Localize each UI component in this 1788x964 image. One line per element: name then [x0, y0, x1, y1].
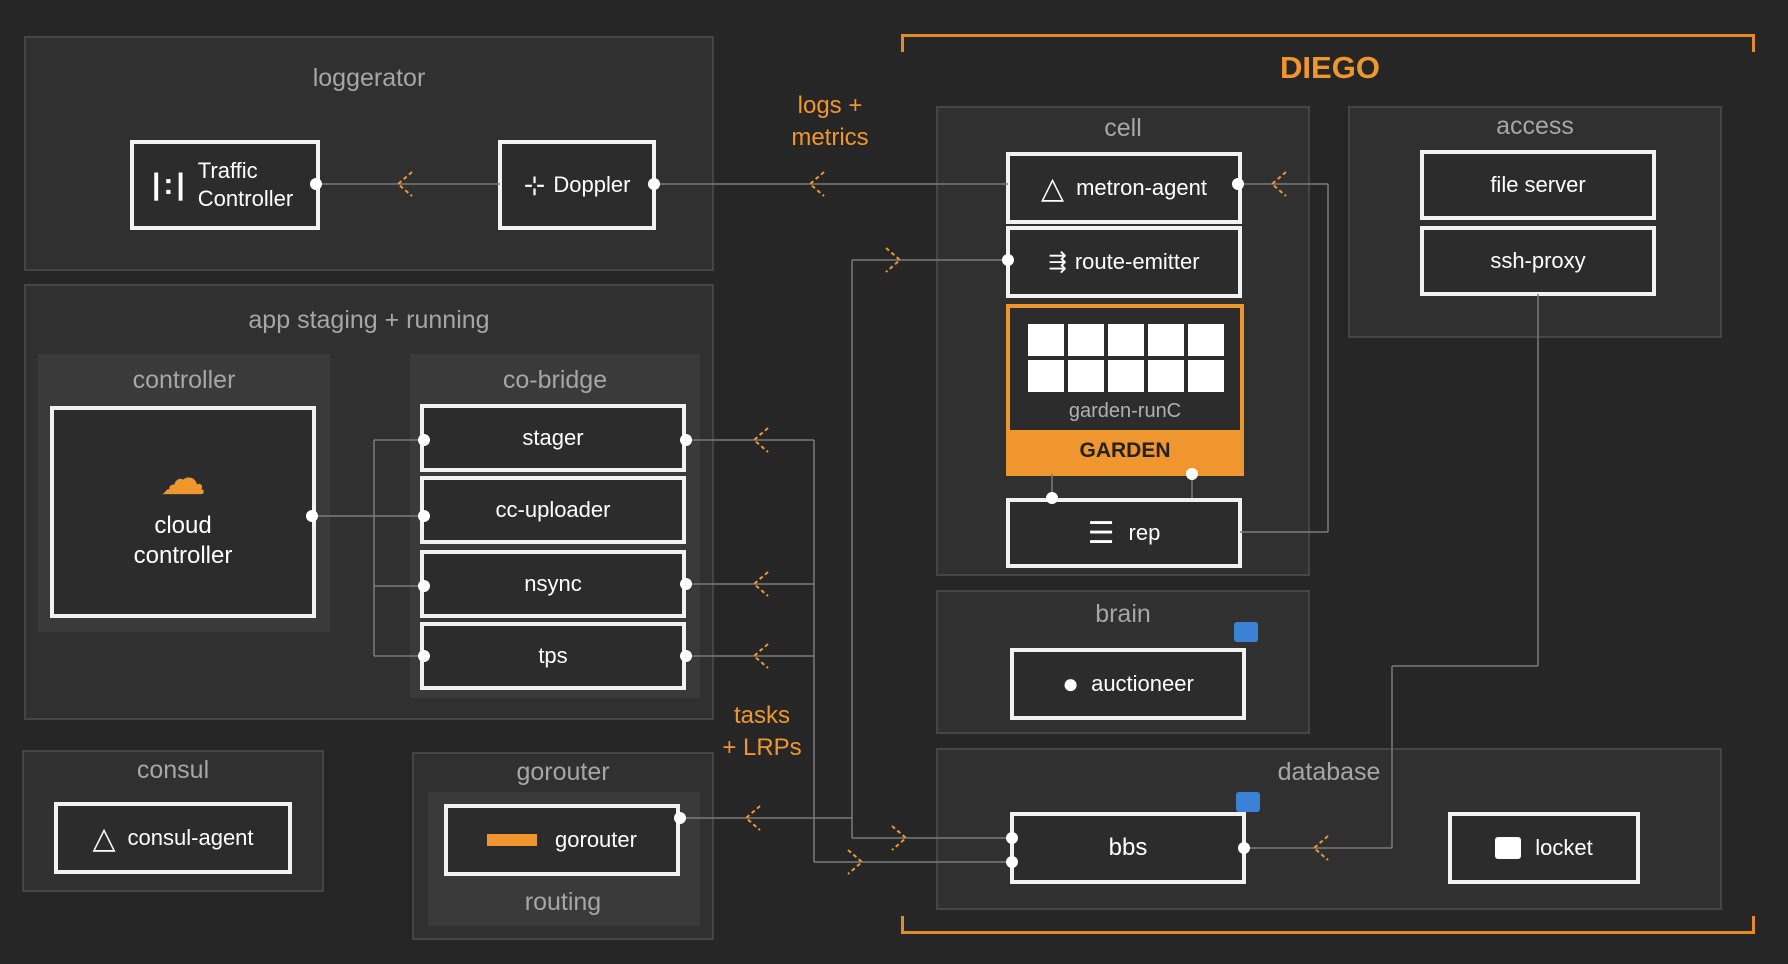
connector-lines: [306, 171, 1539, 875]
